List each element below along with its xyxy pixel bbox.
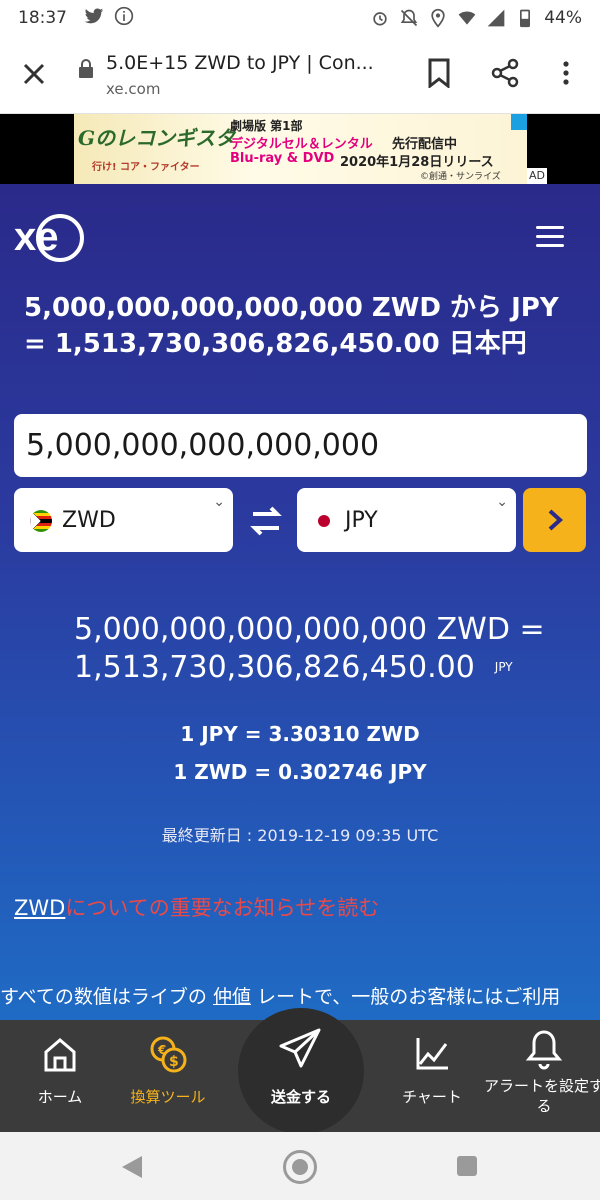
disclaimer-post: レートで、一般のお客様にはご利用 — [250, 986, 561, 1008]
browser-toolbar: 5.0E+15 ZWD to JPY | Con... xe.com — [0, 36, 600, 114]
bell-icon — [525, 1030, 563, 1070]
disclaimer-pre: すべての数値はライブの — [0, 986, 207, 1008]
svg-text:$: $ — [169, 1054, 179, 1070]
result-source: 5,000,000,000,000,000 ZWD = — [74, 612, 545, 647]
notice-currency-link[interactable]: ZWD — [14, 896, 65, 920]
nav-home[interactable]: ホーム — [0, 1020, 120, 1132]
nav-converter-label: 換算ツール — [130, 1088, 206, 1106]
back-icon[interactable] — [120, 1154, 144, 1180]
signal-icon — [487, 9, 505, 27]
rate-jpy-zwd: 1 JPY = 3.30310 ZWD — [180, 722, 420, 746]
ad-line3b: 2020年1月28日リリース — [340, 155, 494, 170]
nav-alert[interactable]: アラートを設定する — [484, 1020, 600, 1132]
adchoices-icon[interactable] — [511, 114, 527, 130]
result-target: 1,513,730,306,826,450.00 JPY — [74, 650, 513, 685]
location-icon — [431, 8, 445, 28]
nav-chart[interactable]: チャート — [372, 1020, 492, 1132]
conversion-heading: 5,000,000,000,000,000 ZWD から JPY = 1,513… — [24, 293, 559, 359]
nav-chart-label: チャート — [402, 1088, 462, 1106]
result-unit: JPY — [494, 660, 513, 674]
page-url[interactable]: xe.com — [106, 80, 160, 98]
ad-label: AD — [527, 168, 547, 184]
nav-alert-label: アラートを設定する — [484, 1077, 600, 1115]
info-icon — [114, 6, 134, 26]
bookmark-icon[interactable] — [426, 58, 452, 88]
to-currency-code: JPY — [345, 508, 378, 533]
from-currency-select[interactable]: ZWD ⌄ — [14, 488, 233, 552]
swap-icon[interactable] — [247, 502, 285, 540]
recent-apps-icon[interactable] — [457, 1156, 477, 1176]
ad-line3: Blu-ray & DVD — [230, 151, 335, 166]
ad-brand-sub: 行け! コア・ファイター — [92, 162, 200, 173]
status-bar: 18:37 44% — [0, 0, 600, 36]
mute-icon — [400, 9, 418, 27]
paper-plane-icon — [279, 1028, 321, 1068]
nav-converter[interactable]: $ € 換算ツール — [108, 1020, 228, 1132]
ad-brand: Gのレコンギスタ — [78, 126, 236, 150]
menu-icon[interactable] — [536, 226, 564, 248]
nav-send-label: 送金する — [270, 1088, 331, 1106]
status-right-icons: 44% — [370, 8, 582, 28]
alarm-icon — [373, 12, 387, 26]
mid-rate-link[interactable]: 仲値 — [213, 986, 251, 1008]
important-notice-link[interactable]: ZWDについての重要なお知らせを読む — [14, 892, 379, 922]
to-currency-select[interactable]: JPY ⌄ — [297, 488, 516, 552]
chevron-down-icon: ⌄ — [496, 494, 508, 510]
battery-icon — [520, 9, 531, 28]
ad-line2b: 先行配信中 — [392, 137, 458, 152]
close-icon[interactable] — [20, 60, 48, 88]
ad-line1: 劇場版 第1部 — [230, 119, 303, 133]
ad-banner[interactable]: Gのレコンギスタ 行け! コア・ファイター 劇場版 第1部 デジタルセル＆レンタ… — [74, 114, 527, 184]
bottom-nav: ホーム $ € 換算ツール 送金する チャート アラートを設定する — [0, 1008, 600, 1134]
result-value: 1,513,730,306,826,450.00 — [74, 650, 475, 685]
zimbabwe-flag-icon — [30, 510, 52, 532]
rate-zwd-jpy: 1 ZWD = 0.302746 JPY — [173, 760, 427, 784]
share-icon[interactable] — [490, 58, 520, 88]
currency-coins-icon: $€ — [150, 1036, 187, 1073]
chevron-down-icon: ⌄ — [213, 494, 225, 510]
wifi-icon — [458, 11, 476, 25]
nav-send[interactable]: 送金する — [241, 1020, 361, 1132]
from-currency-code: ZWD — [62, 508, 116, 533]
battery-percent: 44% — [544, 8, 582, 28]
system-nav-bar — [0, 1132, 600, 1200]
chevron-right-icon — [548, 509, 563, 531]
home-button-icon[interactable] — [283, 1150, 317, 1184]
lock-icon — [79, 59, 93, 78]
last-updated: 最終更新日 : 2019-12-19 09:35 UTC — [161, 826, 439, 845]
page-title: 5.0E+15 ZWD to JPY | Con... — [106, 52, 374, 74]
xe-converter: xe 5,000,000,000,000,000 ZWD から JPY = 1,… — [0, 184, 600, 1020]
xe-logo[interactable]: xe — [14, 212, 86, 264]
amount-input[interactable]: 5,000,000,000,000,000 — [14, 414, 587, 477]
xe-logo-text: xe — [14, 215, 59, 259]
more-options-icon[interactable] — [556, 58, 576, 88]
convert-button[interactable] — [523, 488, 586, 552]
chart-icon — [416, 1038, 448, 1070]
ad-line2: デジタルセル＆レンタル — [230, 137, 373, 152]
notice-text[interactable]: についての重要なお知らせを読む — [65, 896, 379, 920]
ad-strip: Gのレコンギスタ 行け! コア・ファイター 劇場版 第1部 デジタルセル＆レンタ… — [0, 114, 600, 184]
nav-home-label: ホーム — [37, 1088, 83, 1106]
svg-text:€: € — [157, 1043, 166, 1057]
ad-copyright: ©創通・サンライズ — [420, 172, 501, 182]
status-time: 18:37 — [18, 8, 67, 28]
home-icon — [44, 1038, 76, 1072]
japan-flag-icon — [313, 510, 335, 532]
disclaimer: すべての数値はライブの 仲値 レートで、一般のお客様にはご利用 — [0, 982, 600, 1009]
twitter-icon — [84, 8, 104, 24]
status-left-icons — [84, 6, 134, 26]
